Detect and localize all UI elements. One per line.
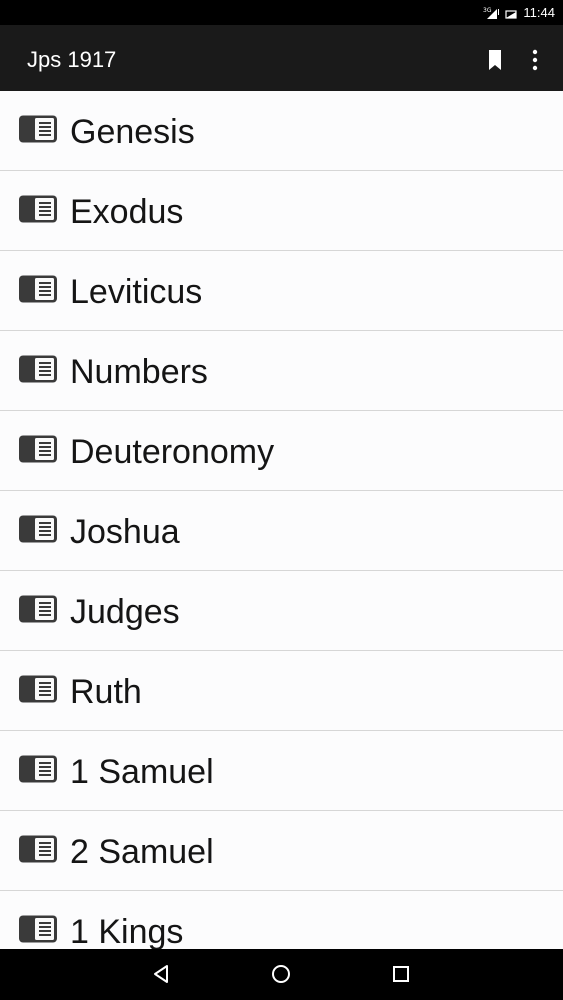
list-item[interactable]: 1 Samuel [0, 731, 563, 811]
book-title: Joshua [70, 513, 180, 551]
app-bar: Jps 1917 [0, 25, 563, 91]
list-item[interactable]: 2 Samuel [0, 811, 563, 891]
book-icon [19, 515, 57, 543]
book-title: 1 Kings [70, 913, 184, 949]
list-item[interactable]: Joshua [0, 491, 563, 571]
book-title: Leviticus [70, 273, 203, 311]
network-type: 3G [483, 7, 492, 14]
status-bar: 3G 11:44 [0, 0, 563, 25]
list-item[interactable]: 1 Kings [0, 891, 563, 949]
book-icon [19, 355, 57, 383]
list-item[interactable]: Ruth [0, 651, 563, 731]
book-icon [19, 275, 57, 303]
more-vert-icon[interactable] [524, 47, 546, 73]
home-icon[interactable] [268, 961, 294, 987]
book-title: Genesis [70, 113, 195, 151]
book-icon [19, 915, 57, 943]
list-item[interactable]: Judges [0, 571, 563, 651]
book-icon [19, 115, 57, 143]
book-title: Exodus [70, 193, 184, 231]
book-icon [19, 675, 57, 703]
app-title: Jps 1917 [27, 47, 117, 72]
book-title: Numbers [70, 353, 208, 391]
list-item[interactable]: Genesis [0, 91, 563, 171]
book-icon [19, 195, 57, 223]
book-title: 2 Samuel [70, 833, 214, 871]
signal-icon: 3G [483, 7, 500, 19]
book-icon [19, 755, 57, 783]
list-item[interactable]: Exodus [0, 171, 563, 251]
battery-icon [505, 9, 518, 19]
book-title: Deuteronomy [70, 433, 275, 471]
book-icon [19, 435, 57, 463]
list-item[interactable]: Leviticus [0, 251, 563, 331]
book-title: Judges [70, 593, 180, 631]
list-item[interactable]: Numbers [0, 331, 563, 411]
status-icons: 3G 11:44 [483, 0, 555, 25]
recents-icon[interactable] [388, 961, 414, 987]
list-item[interactable]: Deuteronomy [0, 411, 563, 491]
book-list: Genesis Exodus Leviticus Numbers Deutero… [0, 91, 563, 949]
book-icon [19, 595, 57, 623]
nav-bar [0, 949, 563, 1000]
book-title: Ruth [70, 673, 142, 711]
back-icon[interactable] [148, 961, 174, 987]
status-time: 11:44 [523, 5, 555, 20]
bookmark-icon[interactable] [484, 48, 506, 72]
book-title: 1 Samuel [70, 753, 214, 791]
book-icon [19, 835, 57, 863]
